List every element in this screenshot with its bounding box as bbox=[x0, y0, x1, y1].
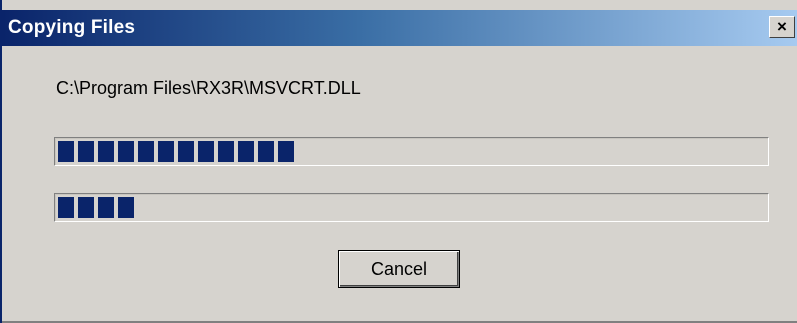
title-bar[interactable]: Copying Files × bbox=[2, 10, 797, 46]
overall-progress-bar bbox=[54, 137, 769, 166]
copying-files-dialog: Copying Files × C:\Program Files\RX3R\MS… bbox=[0, 0, 797, 323]
overall-progress-fill bbox=[58, 141, 294, 162]
window-title: Copying Files bbox=[8, 17, 136, 38]
file-progress-bar bbox=[54, 193, 769, 222]
cancel-button[interactable]: Cancel bbox=[338, 250, 460, 288]
file-progress-fill bbox=[58, 197, 134, 218]
close-icon[interactable]: × bbox=[769, 16, 795, 38]
current-file-path: C:\Program Files\RX3R\MSVCRT.DLL bbox=[56, 78, 361, 98]
